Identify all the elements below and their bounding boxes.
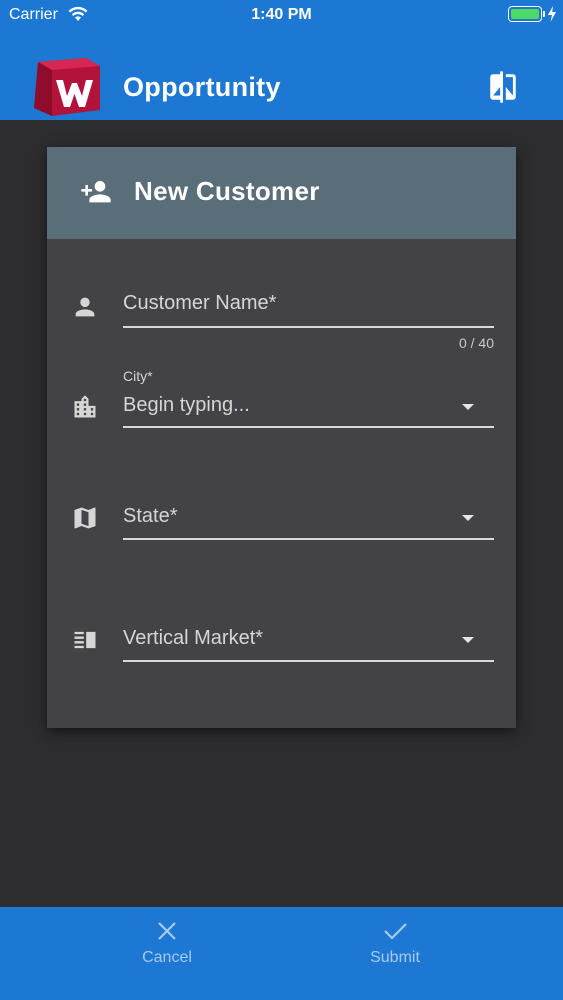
city-dropdown-icon[interactable] xyxy=(462,404,474,410)
city-field[interactable]: City* Begin typing... xyxy=(123,367,494,429)
cancel-label: Cancel xyxy=(142,949,192,966)
city-underline xyxy=(123,426,494,428)
cancel-button[interactable]: Cancel xyxy=(97,907,237,1000)
map-icon xyxy=(71,504,99,537)
status-bar: Carrier 1:40 PM xyxy=(0,0,563,30)
compare-icon[interactable] xyxy=(486,70,520,104)
status-time: 1:40 PM xyxy=(251,6,312,23)
vertical-market-underline xyxy=(123,660,494,662)
submit-label: Submit xyxy=(370,949,420,966)
state-placeholder: State* xyxy=(123,505,178,527)
battery-tip xyxy=(543,11,545,17)
new-customer-card: New Customer Customer Name* 0 / 40 City*… xyxy=(47,147,516,728)
card-header: New Customer xyxy=(47,147,516,239)
card-title: New Customer xyxy=(134,176,320,206)
state-dropdown-icon[interactable] xyxy=(462,515,474,521)
city-icon xyxy=(71,393,99,426)
app-title: Opportunity xyxy=(123,72,281,102)
vertical-market-field[interactable]: Vertical Market* xyxy=(123,624,494,664)
vertical-market-placeholder: Vertical Market* xyxy=(123,627,264,649)
bottom-action-bar: Cancel Submit xyxy=(0,907,563,1000)
app-logo-icon xyxy=(32,58,102,121)
state-underline xyxy=(123,538,494,540)
customer-name-field[interactable]: Customer Name* 0 / 40 xyxy=(123,290,494,355)
person-add-icon xyxy=(80,177,112,210)
charging-bolt-icon xyxy=(547,6,557,27)
check-icon xyxy=(383,919,407,948)
city-placeholder: Begin typing... xyxy=(123,394,250,416)
app-bar: Opportunity xyxy=(0,50,563,120)
person-icon xyxy=(71,293,99,326)
state-field[interactable]: State* xyxy=(123,502,494,542)
vertical-market-dropdown-icon[interactable] xyxy=(462,637,474,643)
top-bar: Carrier 1:40 PM Opportunity xyxy=(0,0,563,120)
customer-name-underline xyxy=(123,326,494,328)
city-label: City* xyxy=(123,368,153,384)
customer-name-counter: 0 / 40 xyxy=(458,335,494,351)
close-icon xyxy=(155,919,179,948)
submit-button[interactable]: Submit xyxy=(325,907,465,1000)
vertical-split-icon xyxy=(71,626,99,659)
customer-name-placeholder: Customer Name* xyxy=(123,292,277,314)
battery-icon xyxy=(508,6,542,22)
